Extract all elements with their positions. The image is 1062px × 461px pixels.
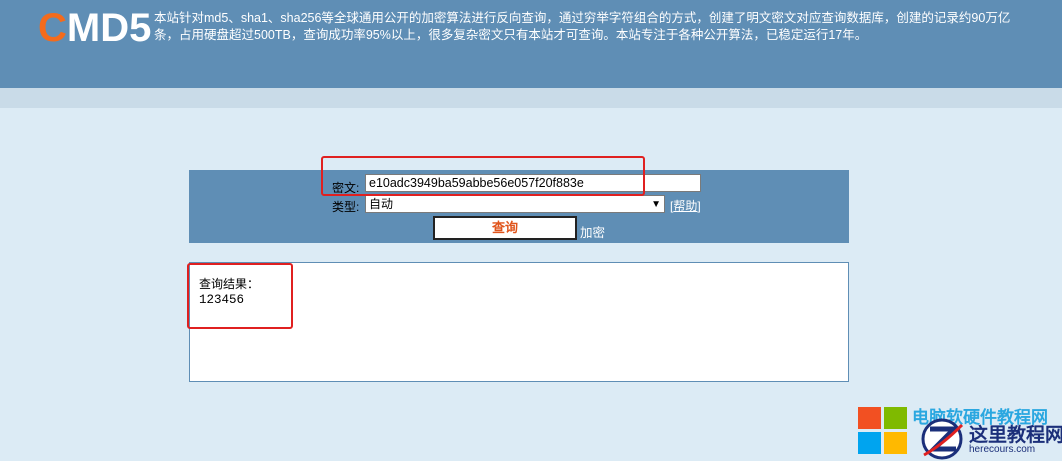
type-select[interactable]: 自动 ▼ bbox=[365, 195, 665, 213]
logo-md5: MD5 bbox=[66, 6, 152, 50]
herecours-logo-icon bbox=[921, 418, 964, 460]
header-subbar bbox=[0, 88, 1062, 108]
watermark-domain: herecours.com bbox=[969, 444, 1036, 455]
help-link[interactable]: 帮助 bbox=[673, 199, 697, 213]
annotation-box-cipher bbox=[321, 156, 645, 196]
annotation-box-result bbox=[187, 263, 293, 329]
windows-logo-icon bbox=[858, 407, 907, 454]
query-button[interactable]: 查询 bbox=[433, 216, 577, 240]
type-label: 类型: bbox=[332, 200, 360, 214]
site-intro: 本站针对md5、sha1、sha256等全球通用公开的加密算法进行反向查询，通过… bbox=[154, 11, 1011, 42]
encrypt-link[interactable]: 加密 bbox=[580, 222, 605, 241]
logo-c: C bbox=[38, 6, 67, 50]
site-header: CMD5 本站针对md5、sha1、sha256等全球通用公开的加密算法进行反向… bbox=[0, 0, 1062, 88]
type-select-value: 自动 bbox=[369, 197, 394, 211]
site-logo[interactable]: CMD5 bbox=[38, 6, 151, 50]
watermark-main-text: 这里教程网 bbox=[969, 424, 1062, 446]
chevron-down-icon: ▼ bbox=[651, 199, 661, 210]
watermark: 电脑软硬件教程网 这里教程网 herecours.com bbox=[856, 403, 1062, 460]
help-link-wrapper: [帮助] bbox=[670, 199, 701, 213]
